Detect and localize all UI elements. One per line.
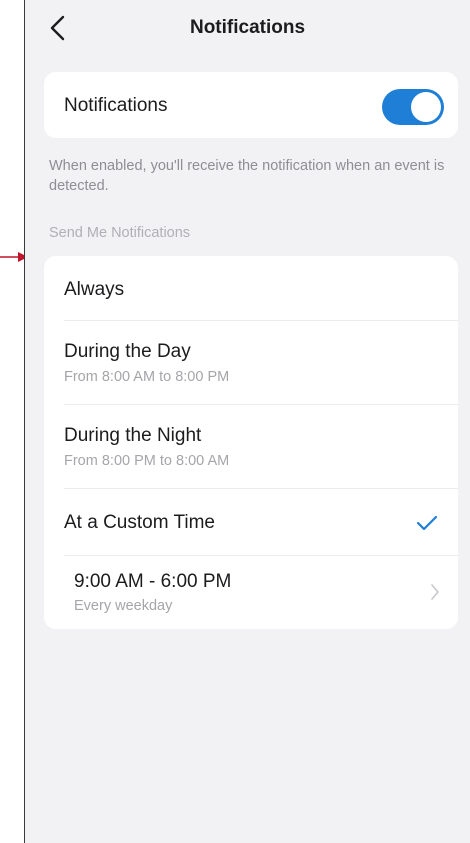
- option-subtitle: From 8:00 PM to 8:00 AM: [64, 453, 230, 469]
- page-title: Notifications: [189, 17, 306, 38]
- notifications-toggle-label: Notifications: [64, 95, 168, 116]
- option-during-the-night[interactable]: During the Night From 8:00 PM to 8:00 AM: [44, 405, 458, 488]
- option-title: During the Day: [64, 341, 191, 362]
- custom-schedule-row[interactable]: 9:00 AM - 6:00 PM Every weekday: [44, 556, 458, 629]
- option-always[interactable]: Always: [44, 256, 458, 320]
- custom-time-range: 9:00 AM - 6:00 PM: [74, 571, 232, 592]
- chevron-right-icon: [431, 584, 439, 600]
- option-subtitle: From 8:00 AM to 8:00 PM: [64, 369, 230, 385]
- phone-screen: Notifications Notifications When enabled…: [24, 0, 470, 843]
- option-title: At a Custom Time: [64, 512, 215, 533]
- custom-repeat-label: Every weekday: [74, 598, 173, 614]
- notifications-toggle-card: Notifications: [44, 72, 458, 138]
- option-during-the-day[interactable]: During the Day From 8:00 AM to 8:00 PM: [44, 321, 458, 404]
- option-at-a-custom-time[interactable]: At a Custom Time: [44, 489, 458, 555]
- checkmark-icon: [416, 515, 438, 531]
- notifications-toggle-switch[interactable]: [382, 89, 444, 125]
- toggle-knob: [411, 92, 441, 122]
- navigation-bar: Notifications: [25, 0, 470, 56]
- section-header-send-me-notifications: Send Me Notifications: [49, 225, 191, 241]
- option-title: During the Night: [64, 425, 202, 446]
- notification-schedule-card: Always During the Day From 8:00 AM to 8:…: [44, 256, 458, 629]
- notifications-description: When enabled, you'll receive the notific…: [49, 158, 445, 194]
- option-title: Always: [64, 279, 125, 300]
